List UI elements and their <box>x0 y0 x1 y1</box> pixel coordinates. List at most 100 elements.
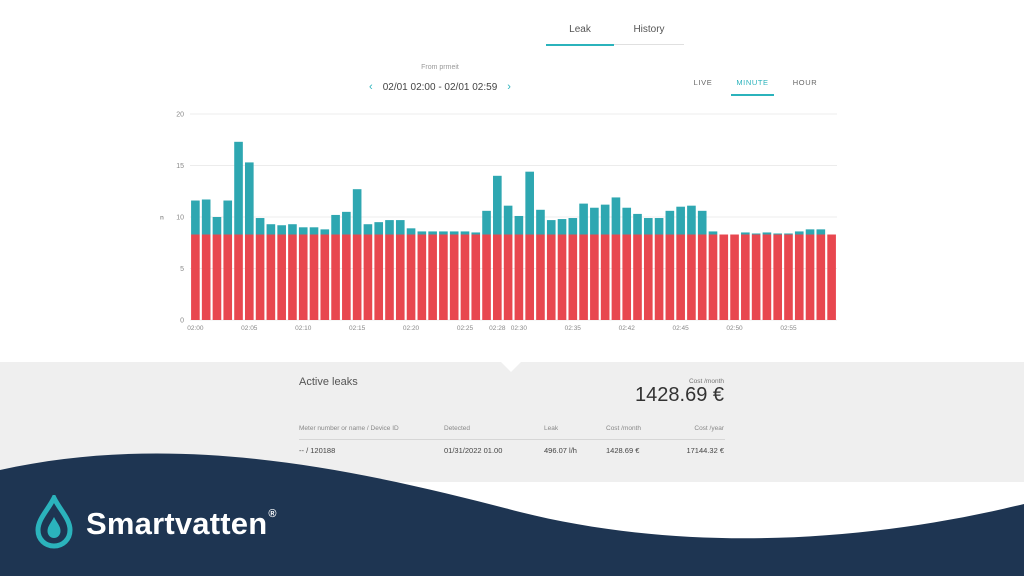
leak-bar <box>309 234 319 320</box>
column-header-meter: Meter number or name / Device ID <box>299 425 399 432</box>
x-tick-label: 02:10 <box>295 325 312 332</box>
leak-bar <box>697 234 707 320</box>
leak-bar <box>751 234 761 320</box>
leak-bar <box>805 234 815 320</box>
y-tick-label: 0 <box>180 318 184 325</box>
leak-bar <box>514 234 524 320</box>
flow-bar <box>708 231 718 235</box>
leak-bar <box>374 234 384 320</box>
leak-bar <box>298 234 308 320</box>
flow-bar <box>406 228 416 235</box>
flow-bar <box>784 233 793 235</box>
leak-bar <box>827 234 836 320</box>
flow-bar <box>460 231 470 235</box>
leak-bar <box>633 234 642 320</box>
x-tick-label: 02:50 <box>726 325 743 332</box>
x-tick-label: 02:15 <box>349 325 366 332</box>
tab-live[interactable]: LIVE <box>690 76 716 94</box>
flow-bar <box>212 217 222 235</box>
flow-bar <box>493 175 502 235</box>
flow-bar <box>643 218 653 235</box>
flow-bar <box>536 209 545 235</box>
flow-bar <box>277 225 286 235</box>
leak-bar <box>730 234 739 320</box>
x-tick-label: 02:28 <box>489 325 506 332</box>
tab-minute[interactable]: MINUTE <box>731 76 774 96</box>
flow-bar <box>385 220 394 235</box>
flow-bar <box>439 231 448 235</box>
x-tick-label: 02:55 <box>780 325 797 332</box>
leak-bar <box>643 234 653 320</box>
x-tick-label: 02:05 <box>241 325 258 332</box>
flow-bar <box>288 224 297 235</box>
leak-bar <box>277 234 286 320</box>
panel-notch <box>501 362 521 372</box>
leak-bar <box>741 234 750 320</box>
leak-bar <box>449 234 459 320</box>
leak-bar <box>482 234 491 320</box>
leak-bar <box>536 234 545 320</box>
flow-bar <box>590 207 599 235</box>
leak-bar <box>557 234 567 320</box>
flow-bar <box>342 211 351 235</box>
column-header-detected: Detected <box>444 425 471 432</box>
flow-bar <box>331 214 340 235</box>
view-tabs: Leak History <box>546 18 686 46</box>
leak-bar <box>493 234 502 320</box>
flow-bar <box>676 206 685 235</box>
leak-bar <box>676 234 685 320</box>
flow-bar <box>654 218 664 235</box>
cost-month-value: 1428.69 € <box>635 384 724 406</box>
leak-bar <box>600 234 610 320</box>
tab-history[interactable]: History <box>614 18 684 45</box>
tab-hour[interactable]: HOUR <box>790 76 820 94</box>
x-tick-label: 02:25 <box>457 325 474 332</box>
leak-bar <box>406 234 416 320</box>
flow-bar <box>773 233 783 235</box>
water-drop-icon <box>35 495 73 549</box>
flow-bar <box>255 218 265 235</box>
leak-bar <box>687 234 696 320</box>
leak-bar <box>708 234 718 320</box>
leak-bar <box>568 234 578 320</box>
flow-bar <box>417 231 427 235</box>
chevron-right-icon[interactable]: › <box>507 81 511 93</box>
leak-bar <box>665 234 675 320</box>
leak-bar <box>579 234 588 320</box>
leak-bar <box>234 234 243 320</box>
flow-bar <box>320 229 330 235</box>
period-caption: From prmeit <box>421 64 459 71</box>
x-tick-label: 02:30 <box>511 325 528 332</box>
y-tick-label: 20 <box>176 112 184 119</box>
leak-bar <box>719 234 729 320</box>
leak-bar <box>622 234 632 320</box>
leak-bar <box>191 234 200 320</box>
leak-bar <box>255 234 265 320</box>
flow-bar <box>751 233 761 235</box>
flow-bar <box>374 222 384 235</box>
y-tick-label: 15 <box>176 163 184 170</box>
flow-bar <box>428 231 437 235</box>
flow-bar <box>309 227 319 235</box>
flow-bar <box>298 227 308 235</box>
column-header-cost-year: Cost /year <box>694 425 724 432</box>
column-header-cost-month: Cost /month <box>606 425 642 432</box>
leak-bar <box>385 234 394 320</box>
flow-bar <box>471 232 481 235</box>
flow-bar <box>546 220 556 235</box>
flow-bar <box>622 207 632 235</box>
active-leaks-title: Active leaks <box>299 376 358 388</box>
tab-leak[interactable]: Leak <box>546 18 614 46</box>
leak-bar <box>266 234 276 320</box>
chevron-left-icon[interactable]: ‹ <box>369 81 373 93</box>
flow-bar <box>762 232 772 235</box>
flow-bar <box>805 229 815 235</box>
leak-bar <box>460 234 470 320</box>
flow-bar <box>266 224 276 235</box>
flow-bar <box>352 189 362 235</box>
flow-bar <box>482 210 491 235</box>
leak-bar <box>816 234 826 320</box>
flow-bar <box>244 162 254 235</box>
flow-bar <box>611 197 621 235</box>
leak-bar <box>212 234 222 320</box>
